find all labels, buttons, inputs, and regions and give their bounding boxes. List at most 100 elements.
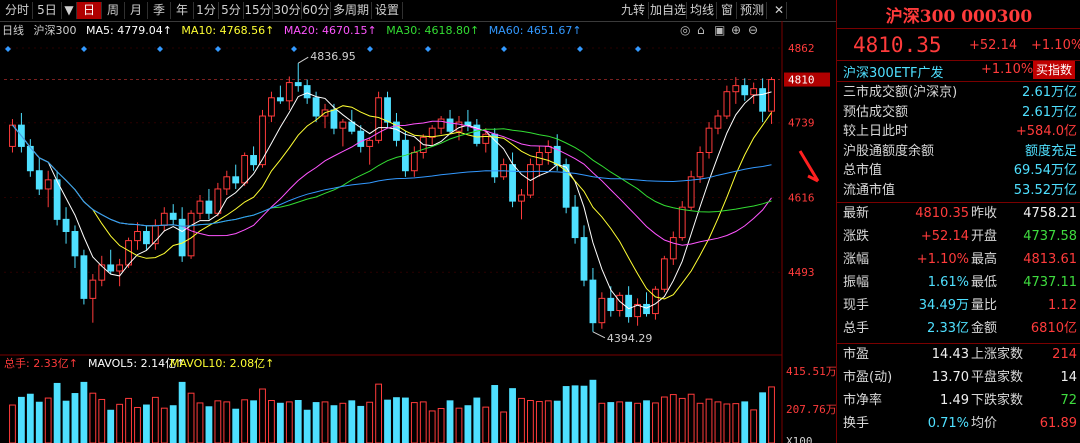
candle-body: [187, 212, 195, 257]
candle-body: [437, 118, 445, 129]
candle-body: [285, 82, 293, 102]
chart-tool-icon[interactable]: ⊖: [748, 23, 758, 37]
candle-body: [482, 133, 490, 144]
chart-tool-icon[interactable]: ⌂: [697, 23, 705, 37]
volume-bar: [589, 379, 597, 443]
candle-body: [607, 297, 615, 312]
candle-body: [687, 176, 695, 208]
volume-bar: [401, 397, 409, 443]
stat-value: 2.61万亿: [1022, 104, 1077, 120]
stat-label: 沪股通额度余额: [843, 143, 935, 159]
chart-tool-icon[interactable]: ◎: [680, 23, 690, 37]
volume-bar: [187, 392, 195, 443]
tool-button[interactable]: 窗: [718, 2, 737, 19]
stat-row: 较上日此时 +584.0亿: [843, 123, 1077, 141]
period-tab[interactable]: 月: [125, 2, 148, 19]
chart-tool-icon[interactable]: ⊕: [731, 23, 741, 37]
candle-body: [232, 176, 240, 184]
candle-body: [330, 109, 338, 129]
volume-bar: [419, 401, 427, 443]
period-tab[interactable]: 季: [148, 2, 171, 19]
volume-bar: [89, 392, 97, 443]
candle-body: [241, 155, 249, 184]
volume-bar: [580, 385, 588, 443]
volume-bar: [80, 381, 88, 443]
volume-bar: [116, 403, 124, 443]
period-tab[interactable]: 15分: [244, 2, 273, 19]
low-pointer: [592, 331, 606, 339]
quote-label: 总手: [843, 321, 870, 336]
period-tab[interactable]: 5日: [33, 2, 62, 19]
stat-label: 总市值: [843, 163, 883, 178]
quote-label: 平盘家数: [971, 370, 1024, 385]
volume-bar: [268, 400, 275, 443]
volume-bar: [598, 402, 606, 443]
quote-panel: 沪深300 000300 4810.35 +52.14 +1.10% 沪深300…: [836, 0, 1080, 443]
volume-bar: [285, 401, 293, 443]
chart-tool-icon[interactable]: ▣: [714, 23, 725, 37]
candle-body: [366, 139, 374, 147]
period-tab[interactable]: 多周期: [331, 2, 372, 19]
y-tick-label: 4493: [788, 266, 815, 279]
volume-bar: [509, 388, 516, 443]
period-tab[interactable]: 分时: [2, 2, 33, 19]
candle-body: [410, 151, 418, 172]
candle-body: [223, 176, 231, 190]
y-tick-label: 4616: [788, 191, 815, 204]
quote-value: 1.61%: [927, 275, 969, 290]
stat-row: 三市成交额(沪深京) 2.61万亿: [843, 84, 1077, 102]
signal-marker: [367, 46, 373, 52]
candle-body: [160, 212, 168, 226]
period-tab[interactable]: ▼: [62, 2, 77, 19]
y-tick-label: 4862: [788, 42, 815, 55]
volume-bar: [375, 383, 383, 443]
kline-chart[interactable]: 4862 4810 4739 4616 4493 415.51万 207.76万 X100 48…: [0, 21, 836, 443]
tool-button[interactable]: 加自选: [650, 2, 687, 19]
vol-tick-label: X100: [786, 435, 813, 443]
period-tab[interactable]: 日: [77, 2, 102, 19]
volume-bar: [321, 401, 329, 443]
volume-bar: [151, 396, 159, 443]
stat-row: 流通市值 53.52万亿: [843, 182, 1077, 200]
period-tab[interactable]: 设置: [372, 2, 403, 19]
close-chart-icon[interactable]: ✕: [772, 2, 787, 19]
signal-marker: [81, 46, 87, 52]
tool-button[interactable]: 均线: [688, 2, 717, 19]
volume-bar: [473, 397, 481, 443]
quote-value: +52.14: [920, 229, 969, 244]
volume-bar: [9, 404, 16, 443]
candle-body: [196, 200, 204, 214]
signal-marker: [501, 46, 507, 52]
candle-body: [732, 85, 740, 93]
volume-bar: [464, 405, 472, 443]
candle-body: [518, 194, 525, 202]
period-tab[interactable]: 60分: [302, 2, 331, 19]
candle-body: [62, 218, 70, 233]
candle-body: [660, 258, 668, 290]
candle-body: [205, 200, 213, 214]
candle-body: [598, 297, 606, 324]
volume-bar: [366, 401, 374, 443]
period-tab[interactable]: 30分: [273, 2, 302, 19]
stat-value: 额度充足: [1024, 143, 1077, 159]
etf-link[interactable]: 沪深300ETF广发: [843, 62, 943, 81]
candle-body: [35, 170, 43, 190]
candle-body: [678, 206, 686, 239]
tool-button[interactable]: 九转: [618, 2, 649, 19]
last-price: 4810.35: [853, 33, 942, 57]
quote-value: 2.33亿: [927, 321, 969, 336]
quote-label: 换手: [843, 416, 870, 431]
period-tab[interactable]: 周: [102, 2, 125, 19]
candle-body: [107, 264, 115, 272]
volume-bar: [205, 406, 213, 443]
period-tab[interactable]: 1分: [194, 2, 219, 19]
stat-value: 69.54万亿: [1013, 163, 1077, 178]
tool-button[interactable]: 预测: [738, 2, 767, 19]
period-tab[interactable]: 年: [171, 2, 194, 19]
volume-bar: [214, 400, 222, 443]
buy-index-button[interactable]: 买指数: [1033, 61, 1076, 79]
period-tab[interactable]: 5分: [219, 2, 244, 19]
volume-bar: [35, 401, 43, 443]
quote-label: 量比: [971, 298, 998, 313]
candle-body: [669, 237, 677, 260]
